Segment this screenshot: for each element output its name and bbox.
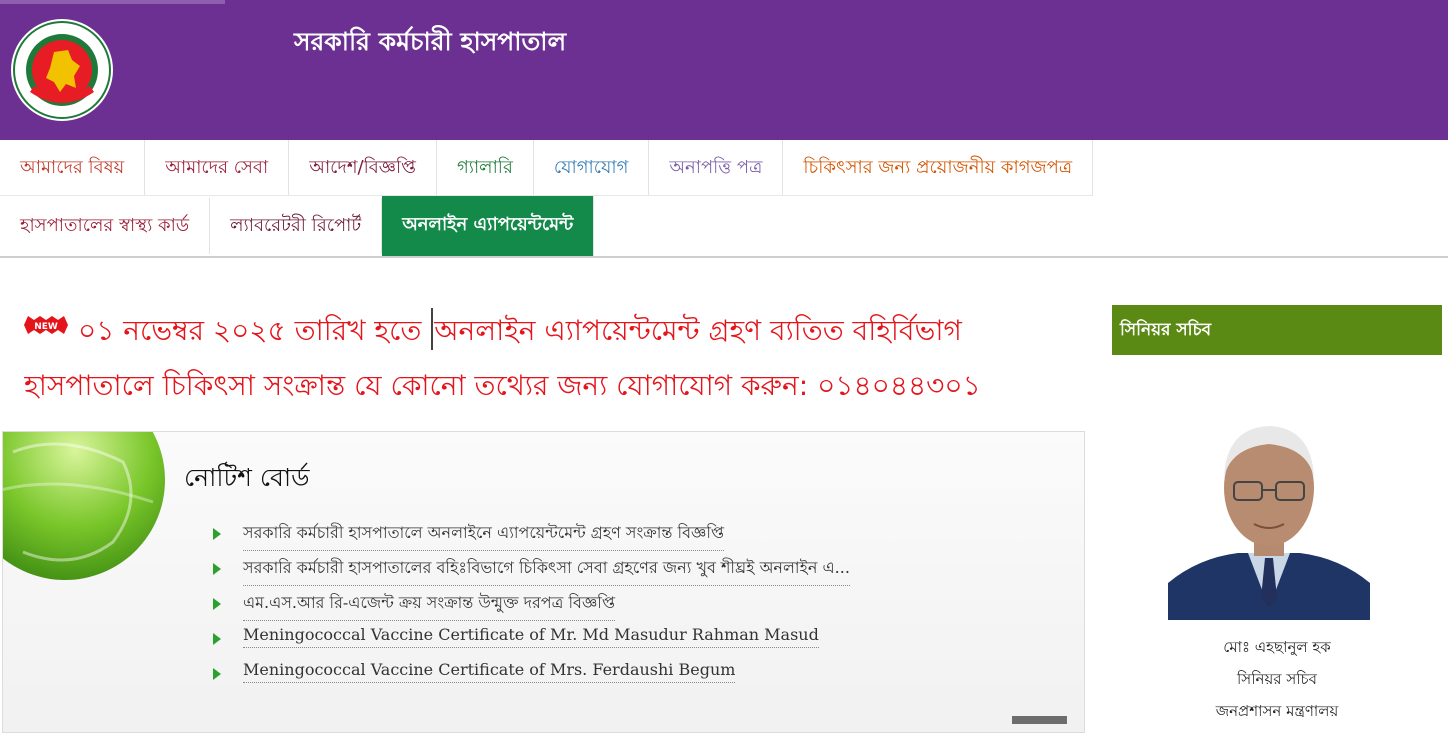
nav-item-lab-report[interactable]: ল্যাবরেটরী রিপোর্ট xyxy=(210,198,383,254)
notice-link[interactable]: সরকারি কর্মচারী হাসপাতালের বহিঃবিভাগে চি… xyxy=(243,555,850,586)
nav-item-our-services[interactable]: আমাদের সেবা xyxy=(145,140,290,196)
ticker-line-1: NEW ০১ নভেম্বর ২০২৫ তারিখ হতে অনলাইন এ্য… xyxy=(24,308,962,356)
notice-link[interactable]: এম.এস.আর রি-এজেন্ট ক্রয় সংক্রান্ত উন্মু… xyxy=(243,590,616,621)
news-ticker[interactable]: NEW ০১ নভেম্বর ২০২৫ তারিখ হতে অনলাইন এ্য… xyxy=(24,300,1080,412)
ticker-line-1-part-b: অনলাইন এ্যাপয়েন্টমেন্ট গ্রহণ ব্যতিত বহি… xyxy=(434,314,962,347)
text-caret xyxy=(431,308,434,350)
government-seal-icon[interactable] xyxy=(10,18,114,122)
notice-link[interactable]: Meningococcal Vaccine Certificate of Mr.… xyxy=(243,625,819,648)
person-title: সিনিয়র সচিব xyxy=(1237,670,1317,688)
nav-row-1: আমাদের বিষয় আমাদের সেবা আদেশ/বিজ্ঞপ্তি … xyxy=(0,140,1094,196)
site-title[interactable]: সরকারি কর্মচারী হাসপাতাল xyxy=(294,22,566,65)
notice-board-panel: নোটিশ বোর্ড সরকারি কর্মচারী হাসপাতালে অন… xyxy=(2,431,1085,733)
person-ministry: জনপ্রশাসন মন্ত্রণালয় xyxy=(1215,702,1339,720)
arrow-right-icon xyxy=(213,528,221,540)
nav-item-orders-notices[interactable]: আদেশ/বিজ্ঞপ্তি xyxy=(289,140,437,196)
nav-row-2: হাসপাতালের স্বাস্থ্য কার্ড ল্যাবরেটরী রি… xyxy=(0,196,595,256)
arrow-right-icon xyxy=(213,598,221,610)
secretary-portrait xyxy=(1168,408,1370,620)
sidebar-header: সিনিয়র সচিব xyxy=(1112,305,1442,355)
nav-item-about-us[interactable]: আমাদের বিষয় xyxy=(0,140,146,196)
notice-link[interactable]: Meningococcal Vaccine Certificate of Mrs… xyxy=(243,660,736,683)
person-name: মোঃ এহছানুল হক xyxy=(1223,638,1331,656)
nav-item-health-card[interactable]: হাসপাতালের স্বাস্থ্য কার্ড xyxy=(0,198,211,254)
new-badge-text: NEW xyxy=(34,322,58,332)
globe-icon xyxy=(3,432,165,580)
nav-item-online-appointment[interactable]: অনলাইন এ্যাপয়েন্টমেন্ট xyxy=(382,196,595,256)
site-header: সরকারি কর্মচারী হাসপাতাল xyxy=(0,0,1448,140)
arrow-right-icon xyxy=(213,633,221,645)
arrow-right-icon xyxy=(213,563,221,575)
nav-item-required-documents[interactable]: চিকিৎসার জন্য প্রয়োজনীয় কাগজপত্র xyxy=(783,140,1094,196)
nav-item-gallery[interactable]: গ্যালারি xyxy=(436,140,534,196)
top-accent-bar xyxy=(0,0,225,4)
notice-link[interactable]: সরকারি কর্মচারী হাসপাতালে অনলাইনে এ্যাপয… xyxy=(243,520,725,551)
main-navigation: আমাদের বিষয় আমাদের সেবা আদেশ/বিজ্ঞপ্তি … xyxy=(0,140,1448,258)
new-badge-icon: NEW xyxy=(24,316,68,334)
arrow-right-icon xyxy=(213,668,221,680)
nav-item-noc[interactable]: অনাপত্তি পত্র xyxy=(649,140,784,196)
ticker-line-2: হাসপাতালে চিকিৎসা সংক্রান্ত যে কোনো তথ্য… xyxy=(24,369,981,402)
notice-board-title: নোটিশ বোর্ড xyxy=(184,463,310,492)
ticker-line-1-part-a: ০১ নভেম্বর ২০২৫ তারিখ হতে xyxy=(78,314,431,347)
nav-item-contact[interactable]: যোগাযোগ xyxy=(533,140,650,196)
notice-scroll-button[interactable] xyxy=(1012,716,1067,724)
